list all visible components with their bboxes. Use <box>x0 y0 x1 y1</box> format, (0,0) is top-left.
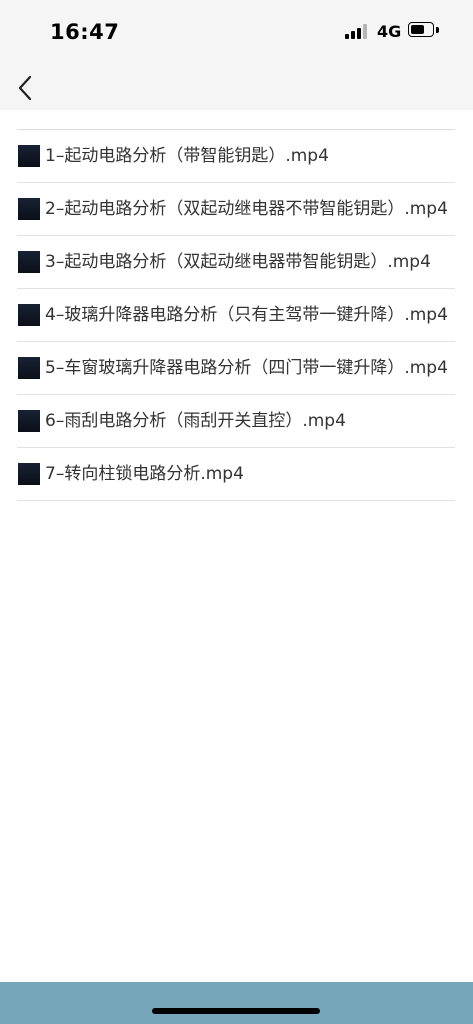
nav-bar <box>0 62 473 110</box>
network-type: 4G <box>377 22 402 41</box>
file-item[interactable]: 7–转向柱锁电路分析.mp4 <box>17 448 455 501</box>
status-bar: 16:47 4G <box>0 0 473 62</box>
video-thumbnail-icon <box>18 198 40 220</box>
file-name: 5–车窗玻璃升降器电路分析（四门带一键升降）.mp4 <box>45 358 448 378</box>
file-name: 2–起动电路分析（双起动继电器不带智能钥匙）.mp4 <box>45 199 448 219</box>
file-list: 1–起动电路分析（带智能钥匙）.mp4 2–起动电路分析（双起动继电器不带智能钥匙… <box>17 129 455 501</box>
battery-cap <box>436 27 439 33</box>
file-item[interactable]: 2–起动电路分析（双起动继电器不带智能钥匙）.mp4 <box>17 183 455 236</box>
bottom-bar <box>0 982 473 1024</box>
video-thumbnail-icon <box>18 357 40 379</box>
video-thumbnail-icon <box>18 304 40 326</box>
file-name: 3–起动电路分析（双起动继电器带智能钥匙）.mp4 <box>45 252 431 272</box>
back-button[interactable] <box>10 66 46 106</box>
file-item[interactable]: 3–起动电路分析（双起动继电器带智能钥匙）.mp4 <box>17 236 455 289</box>
battery-icon <box>408 22 434 37</box>
home-indicator[interactable] <box>152 1008 320 1014</box>
file-name: 4–玻璃升降器电路分析（只有主驾带一键升降）.mp4 <box>45 305 448 325</box>
file-item[interactable]: 5–车窗玻璃升降器电路分析（四门带一键升降）.mp4 <box>17 342 455 395</box>
file-item[interactable]: 4–玻璃升降器电路分析（只有主驾带一键升降）.mp4 <box>17 289 455 342</box>
file-name: 6–雨刮电路分析（雨刮开关直控）.mp4 <box>45 411 346 431</box>
battery-fill <box>411 25 424 34</box>
video-thumbnail-icon <box>18 251 40 273</box>
video-thumbnail-icon <box>18 410 40 432</box>
file-item[interactable]: 6–雨刮电路分析（雨刮开关直控）.mp4 <box>17 395 455 448</box>
video-thumbnail-icon <box>18 463 40 485</box>
video-thumbnail-icon <box>18 145 40 167</box>
file-name: 7–转向柱锁电路分析.mp4 <box>45 464 244 484</box>
file-name: 1–起动电路分析（带智能钥匙）.mp4 <box>45 146 329 166</box>
cellular-signal-icon <box>345 24 369 39</box>
file-item[interactable]: 1–起动电路分析（带智能钥匙）.mp4 <box>17 130 455 183</box>
chevron-left-icon <box>18 75 32 101</box>
status-time: 16:47 <box>50 20 120 44</box>
